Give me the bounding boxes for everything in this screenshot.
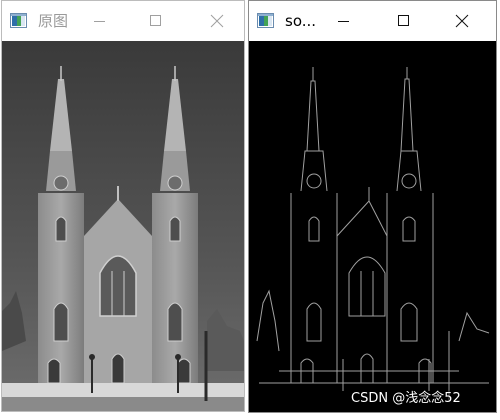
minimize-icon bbox=[94, 21, 105, 22]
csdn-watermark: CSDN @浅念念52 bbox=[351, 391, 461, 406]
titlebar[interactable]: so... bbox=[249, 1, 496, 41]
minimize-button[interactable] bbox=[321, 1, 367, 41]
original-image-window[interactable]: 原图 bbox=[1, 0, 245, 412]
minimize-icon bbox=[338, 21, 349, 22]
sobel-image-window[interactable]: so... bbox=[248, 0, 497, 413]
window-title: 原图 bbox=[38, 12, 69, 30]
opencv-window-icon bbox=[257, 13, 274, 28]
church-photo bbox=[2, 41, 244, 411]
desktop: 原图 so... CSDN @浅念念52 bbox=[0, 0, 500, 420]
titlebar[interactable]: 原图 bbox=[2, 1, 244, 41]
close-button[interactable] bbox=[194, 1, 240, 41]
close-button[interactable] bbox=[439, 1, 485, 41]
window-title: so... bbox=[285, 12, 317, 30]
maximize-button[interactable] bbox=[381, 1, 427, 41]
minimize-button[interactable] bbox=[77, 1, 123, 41]
close-icon bbox=[210, 14, 224, 28]
opencv-window-icon bbox=[10, 13, 27, 28]
sobel-edge-image bbox=[249, 41, 496, 412]
sobel-edges bbox=[249, 41, 496, 412]
maximize-icon bbox=[150, 15, 161, 26]
maximize-button[interactable] bbox=[133, 1, 179, 41]
original-image bbox=[2, 41, 244, 411]
maximize-icon bbox=[398, 15, 409, 26]
close-icon bbox=[455, 14, 469, 28]
